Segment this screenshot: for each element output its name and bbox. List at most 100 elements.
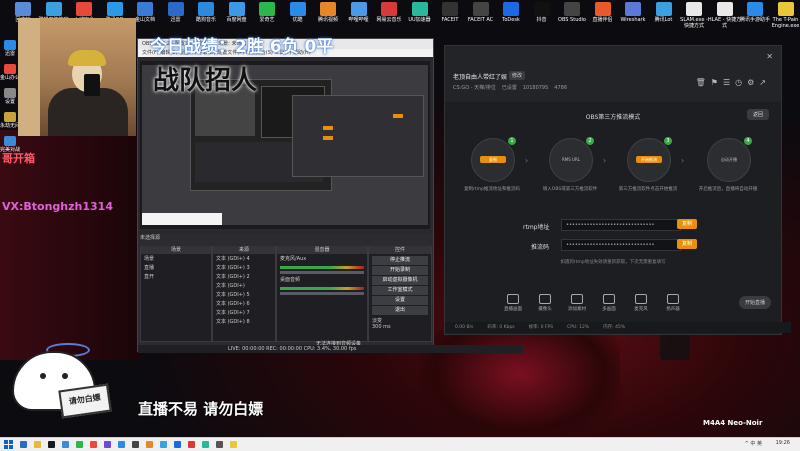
desktop-icon[interactable]: 网易云音乐 (372, 2, 406, 23)
desktop-icon[interactable]: 腾讯Lot (647, 2, 681, 23)
desktop-icon[interactable]: 金山办公 (0, 64, 20, 81)
toolbar-item[interactable]: 添加素材 (561, 294, 593, 312)
control-button[interactable]: 设置 (372, 296, 428, 305)
app-icon (656, 2, 672, 16)
scene-item[interactable]: 场景 (141, 255, 211, 264)
toolbar-label: 扬声器 (657, 306, 689, 312)
source-item[interactable]: 文本 (GDI+) (213, 282, 275, 291)
desktop-icon[interactable]: 抖音 (525, 2, 559, 23)
toolbar-item[interactable]: 扬声器 (657, 294, 689, 312)
control-button[interactable]: 开始录制 (372, 266, 428, 275)
transition-duration[interactable]: 300 ms (369, 324, 431, 330)
volume-slider[interactable] (280, 292, 364, 295)
desktop-icon[interactable]: HLAE - 快捷方式 (708, 2, 742, 29)
volume-slider[interactable] (280, 271, 364, 274)
desktop-icon[interactable]: 腾讯手游助手 (738, 2, 772, 23)
taskbar-app-icon[interactable] (118, 441, 125, 448)
control-button[interactable]: 停止推流 (372, 256, 428, 265)
taskbar-app-icon[interactable] (160, 441, 167, 448)
desktop-icon[interactable]: OBS Studio (555, 2, 589, 23)
toolbar-item[interactable]: 多画面 (593, 294, 625, 312)
room-edit-badge[interactable]: 修改 (509, 71, 525, 80)
taskbar-app-icon[interactable] (62, 441, 69, 448)
source-item[interactable]: 文本 (GDI+) 4 (213, 255, 275, 264)
taskbar-app-icon[interactable] (230, 441, 237, 448)
source-item[interactable]: 文本 (GDI+) 3 (213, 264, 275, 273)
toolbar-item[interactable]: 直播画面 (497, 294, 529, 312)
controls-panel[interactable]: 控件 停止推流开始录制启动虚拟摄像机工作室模式设置退出 淡变 300 ms (368, 246, 432, 342)
stream-key-field[interactable]: •••••••••••••••••••••••••••••• (561, 239, 681, 251)
source-item[interactable]: 文本 (GDI+) 7 (213, 309, 275, 318)
desktop-icon[interactable]: 优酷 (281, 2, 315, 23)
desktop-icon-label: ToDesk (494, 17, 528, 23)
desktop-icon[interactable]: 百度网盘 (220, 2, 254, 23)
desktop-icon[interactable]: 迅雷 (159, 2, 193, 23)
source-item[interactable]: 文本 (GDI+) 5 (213, 291, 275, 300)
step-circle: RMS URL2 (549, 138, 593, 182)
control-button[interactable]: 启动虚拟摄像机 (372, 276, 428, 285)
taskbar-app-icon[interactable] (76, 441, 83, 448)
taskbar-app-icon[interactable] (90, 441, 97, 448)
go-live-button[interactable]: 开始直播 (739, 296, 771, 309)
transition-select[interactable]: 淡变 (369, 317, 431, 324)
step-action[interactable]: 开始推流 (636, 156, 662, 163)
taskbar-app-icon[interactable] (188, 441, 195, 448)
scenes-panel[interactable]: 场景 场景直播直开 (140, 246, 212, 342)
desktop-icon[interactable]: 哔哩哔哩 (342, 2, 376, 23)
clock: 19:26 (776, 440, 790, 446)
header-icons[interactable]: 🗑⚑☰◷⚙↗ (696, 78, 771, 87)
taskbar-app-icon[interactable] (34, 441, 41, 448)
app-icon (137, 2, 153, 16)
desktop-icon[interactable]: 永劫无间 (0, 112, 20, 129)
control-button[interactable]: 退出 (372, 306, 428, 315)
copy-key-button[interactable]: 复制 (677, 239, 697, 249)
taskbar-app-icon[interactable] (216, 441, 223, 448)
scene-item[interactable]: 直播 (141, 264, 211, 273)
taskbar-app-icon[interactable] (20, 441, 27, 448)
desktop-icon[interactable]: FACEIT AC (464, 2, 498, 23)
mixer-panel[interactable]: 混音器 麦克风/Aux桌面音频 (276, 246, 368, 342)
taskbar-app-icon[interactable] (132, 441, 139, 448)
side-overlay: 哥开箱 (2, 150, 35, 166)
toolbar-item[interactable]: 摄像头 (529, 294, 561, 312)
sources-panel[interactable]: 来源 文本 (GDI+) 4文本 (GDI+) 3文本 (GDI+) 2文本 (… (212, 246, 276, 342)
toolbar-item[interactable]: 麦克风 (625, 294, 657, 312)
app-icon (351, 2, 367, 16)
close-icon[interactable]: ✕ (766, 52, 773, 61)
step-circle: 复制1 (471, 138, 515, 182)
windows-start-icon[interactable] (4, 440, 13, 449)
recruit-overlay: 战队招人 (153, 60, 257, 97)
desktop-icon[interactable]: 直播伴侣 (586, 2, 620, 23)
desktop-icon[interactable]: SLAM.exe - 快捷方式 (677, 2, 711, 29)
taskbar-app-icon[interactable] (104, 441, 111, 448)
desktop-icon[interactable]: 爱奇艺 (250, 2, 284, 23)
desktop-icon[interactable]: 设置 (0, 88, 20, 105)
rtmp-field[interactable]: •••••••••••••••••••••••••••••• (561, 219, 681, 231)
return-button[interactable]: 返回 (747, 109, 769, 120)
desktop-icon[interactable]: UU加速器 (403, 2, 437, 23)
volume-meter[interactable] (280, 287, 364, 290)
taskbar-app-icon[interactable] (48, 441, 55, 448)
taskbar-app-icon[interactable] (146, 441, 153, 448)
control-button[interactable]: 工作室模式 (372, 286, 428, 295)
desktop-icon-label: UU加速器 (403, 17, 437, 23)
source-item[interactable]: 文本 (GDI+) 8 (213, 318, 275, 327)
desktop-icon[interactable]: FACEIT (433, 2, 467, 23)
step-action[interactable]: 复制 (480, 156, 506, 163)
taskbar-app-icon[interactable] (202, 441, 209, 448)
system-tray[interactable]: ^ 中 英 (745, 440, 762, 447)
desktop-icon[interactable]: Wireshark (616, 2, 650, 23)
desktop-icon[interactable]: 迅雷 (0, 40, 20, 57)
desktop-icon[interactable]: 酷狗音乐 (189, 2, 223, 23)
scene-item[interactable]: 直开 (141, 273, 211, 282)
taskbar-app-icon[interactable] (174, 441, 181, 448)
stream-companion-window[interactable]: ✕ 老顶自由人带红了娱 修改 CS:GO - 天梯/排位已设置1018079S4… (444, 45, 782, 335)
volume-meter[interactable] (280, 266, 364, 269)
step-number-badge: 2 (586, 137, 594, 145)
desktop-icon[interactable]: ToDesk (494, 2, 528, 23)
desktop-icon[interactable]: The T-Pain Engine.exe (769, 2, 800, 29)
copy-rtmp-button[interactable]: 复制 (677, 219, 697, 229)
source-item[interactable]: 文本 (GDI+) 6 (213, 300, 275, 309)
source-item[interactable]: 文本 (GDI+) 2 (213, 273, 275, 282)
desktop-icon[interactable]: 腾讯视频 (311, 2, 345, 23)
